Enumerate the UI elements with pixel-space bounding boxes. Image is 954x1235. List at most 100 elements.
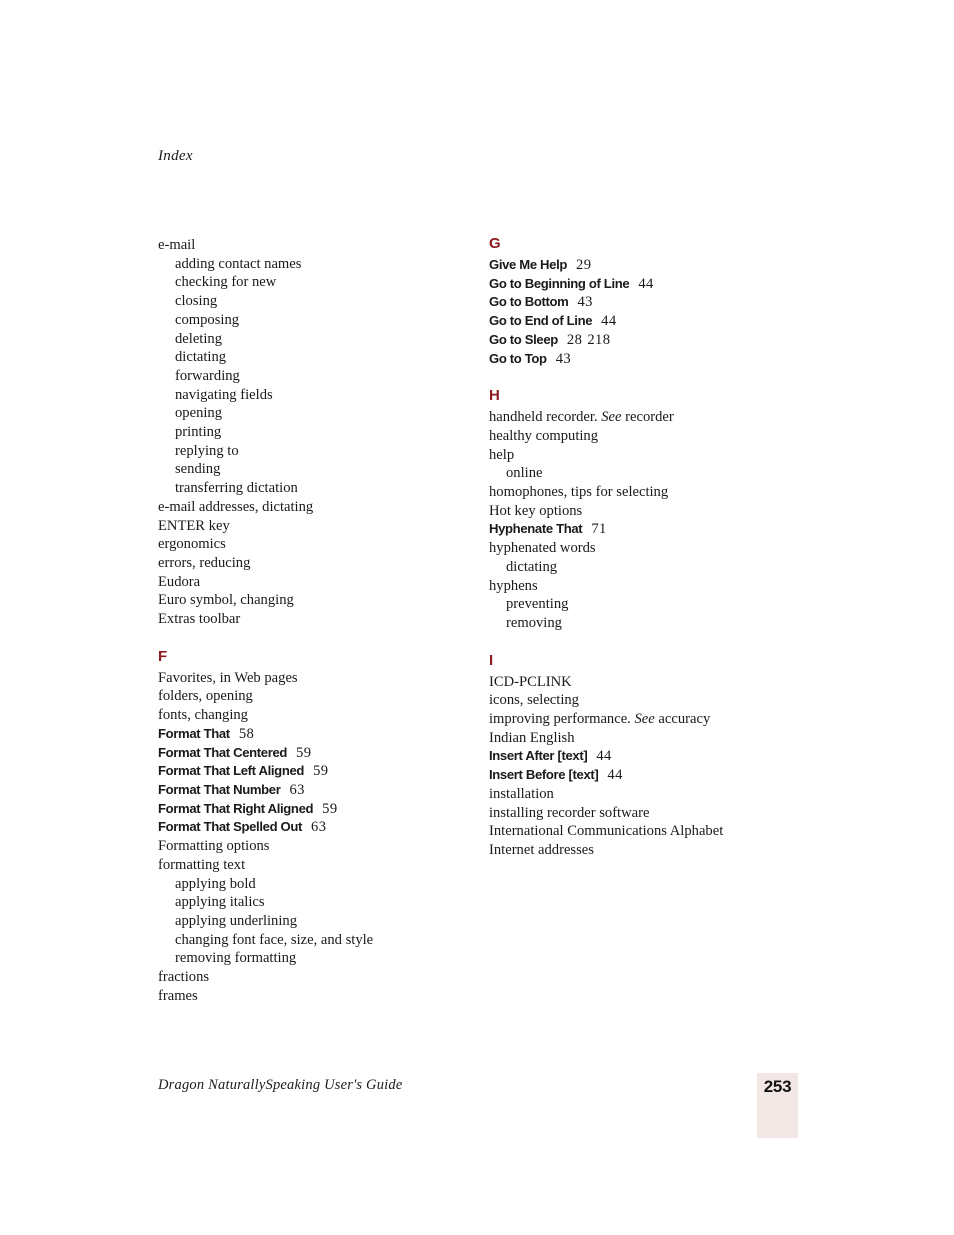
entry-term: e-mail: [158, 237, 196, 253]
entry-term: sending: [175, 461, 221, 478]
entry-term: handheld recorder.: [489, 409, 602, 426]
entry-page-numbers: 59: [304, 763, 328, 779]
entry-page-numbers: 44: [629, 276, 653, 292]
entry-page-numbers: 44: [592, 313, 616, 329]
entry-term: forwarding: [175, 367, 240, 384]
entry-page-numbers: 44: [598, 767, 622, 783]
index-entry: installation: [489, 785, 819, 804]
entry-page-numbers: 43: [568, 294, 592, 310]
entry-term: Internet addresses: [489, 841, 594, 858]
entry-term: Hyphenate That: [489, 521, 583, 537]
index-entry: Insert Before [text] 44: [489, 766, 819, 785]
index-entry: printing: [158, 423, 488, 442]
index-entry: fonts, changing: [158, 706, 488, 725]
entry-term: ENTER key: [158, 517, 230, 534]
entry-page-numbers: 63: [302, 819, 326, 835]
index-entry: navigating fields: [158, 386, 488, 405]
index-entry: applying italics: [158, 893, 488, 912]
entry-page-numbers: 59: [313, 801, 337, 817]
index-entry: applying bold: [158, 875, 488, 894]
entry-term: installation: [489, 785, 554, 802]
index-section: e-mail adding contact names checking for n…: [158, 236, 488, 629]
letter-heading: G: [489, 235, 501, 252]
entry-term: frames: [158, 987, 198, 1004]
index-entry: applying underlining: [158, 912, 488, 931]
entry-page-numbers: 59: [287, 745, 311, 761]
entry-term: Format That: [158, 725, 230, 741]
entry-term: hyphens: [489, 577, 538, 594]
page-ref: 44: [638, 275, 654, 292]
page-ref: 59: [313, 763, 329, 780]
entry-term: Give Me Help: [489, 257, 568, 272]
entry-term: Format That Spelled Out: [158, 819, 302, 835]
index-entry: hyphens: [489, 577, 819, 596]
index-entry: Go to Beginning of Line 44: [489, 275, 819, 294]
index-entry: Format That Number 63: [158, 781, 488, 800]
index-section: Hhandheld recorder. See recorder healthy …: [489, 388, 819, 632]
entry-term: fractions: [158, 969, 210, 986]
index-entry: sending: [158, 460, 488, 479]
index-entry: e-mail: [158, 236, 488, 255]
entry-term: Euro symbol, changing: [158, 592, 294, 609]
entry-term: applying bold: [175, 875, 256, 892]
footer-book-title: Dragon NaturallySpeaking User's Guide: [158, 1077, 403, 1093]
page-ref: 28: [566, 331, 583, 348]
entry-term: adding contact names: [175, 255, 302, 272]
entry-term: Indian English: [489, 729, 575, 746]
see-target: recorder: [621, 409, 674, 426]
entry-term: checking for new: [175, 274, 277, 291]
index-entry: Go to Sleep 28 218: [489, 331, 819, 350]
entry-term: replying to: [175, 442, 239, 459]
entry-term: online: [506, 465, 543, 482]
entry-term: Format That Centered: [158, 744, 288, 760]
index-entry: adding contact names: [158, 255, 488, 274]
index-entry: Formatting options: [158, 837, 488, 856]
entry-term: changing font face, size, and style: [175, 931, 374, 948]
index-entry: Internet addresses: [489, 841, 819, 860]
index-entry: formatting text: [158, 856, 488, 875]
left-column: e-mail adding contact names checking for n…: [158, 236, 488, 1005]
index-entry: Give Me Help 29: [489, 256, 819, 275]
entry-term: e-mail addresses, dictating: [158, 498, 314, 515]
index-page: Index e-mail adding contact names checking…: [0, 0, 954, 1235]
page-ref: 63: [289, 781, 305, 798]
index-entry: Indian English: [489, 729, 819, 748]
page-ref: 44: [601, 313, 617, 330]
index-entry: ergonomics: [158, 535, 488, 554]
index-entry: closing: [158, 292, 488, 311]
entry-term: fonts, changing: [158, 707, 248, 724]
entry-term: dictating: [175, 349, 227, 366]
entry-term: Favorites, in Web pages: [158, 669, 298, 686]
see-target: accuracy: [654, 711, 711, 728]
index-entry: hyphenated words: [489, 539, 819, 558]
entry-term: ergonomics: [158, 536, 226, 553]
letter-heading: I: [489, 651, 493, 669]
right-column: G Give Me Help 29 Go to Beginning of Line 44…: [489, 236, 819, 860]
index-entry: opening: [158, 404, 488, 423]
entry-term: removing: [506, 614, 562, 631]
index-entry: composing: [158, 311, 488, 330]
entry-term: transferring dictation: [175, 480, 298, 497]
page-ref: 63: [311, 819, 327, 836]
entry-term: Formatting options: [158, 838, 270, 855]
page-ref: 43: [555, 350, 572, 367]
index-entry: Format That 58: [158, 725, 488, 744]
page-ref: 58: [238, 725, 255, 742]
page-number: 253: [763, 1077, 792, 1096]
entry-term: preventing: [506, 596, 569, 613]
index-entry: removing formatting: [158, 949, 488, 968]
entry-term: Go to Beginning of Line: [489, 275, 630, 291]
entry-page-numbers: 71: [582, 521, 606, 537]
index-entry: fractions: [158, 968, 488, 987]
entry-term: International Communications Alphabet: [489, 823, 724, 840]
index-entry: removing: [489, 614, 819, 633]
entry-page-numbers: 63: [280, 782, 304, 798]
entry-term: Go to End of Line: [489, 313, 593, 329]
index-entry: Favorites, in Web pages: [158, 669, 488, 688]
entry-term: Format That Left Aligned: [158, 763, 305, 779]
entry-term: Insert After [text]: [489, 748, 588, 764]
entry-term: ICD-PCLINK: [489, 673, 572, 690]
entry-term: Go to Bottom: [489, 294, 569, 310]
index-entry: improving performance. See accuracy: [489, 710, 819, 729]
index-entry: Go to Bottom 43: [489, 293, 819, 312]
